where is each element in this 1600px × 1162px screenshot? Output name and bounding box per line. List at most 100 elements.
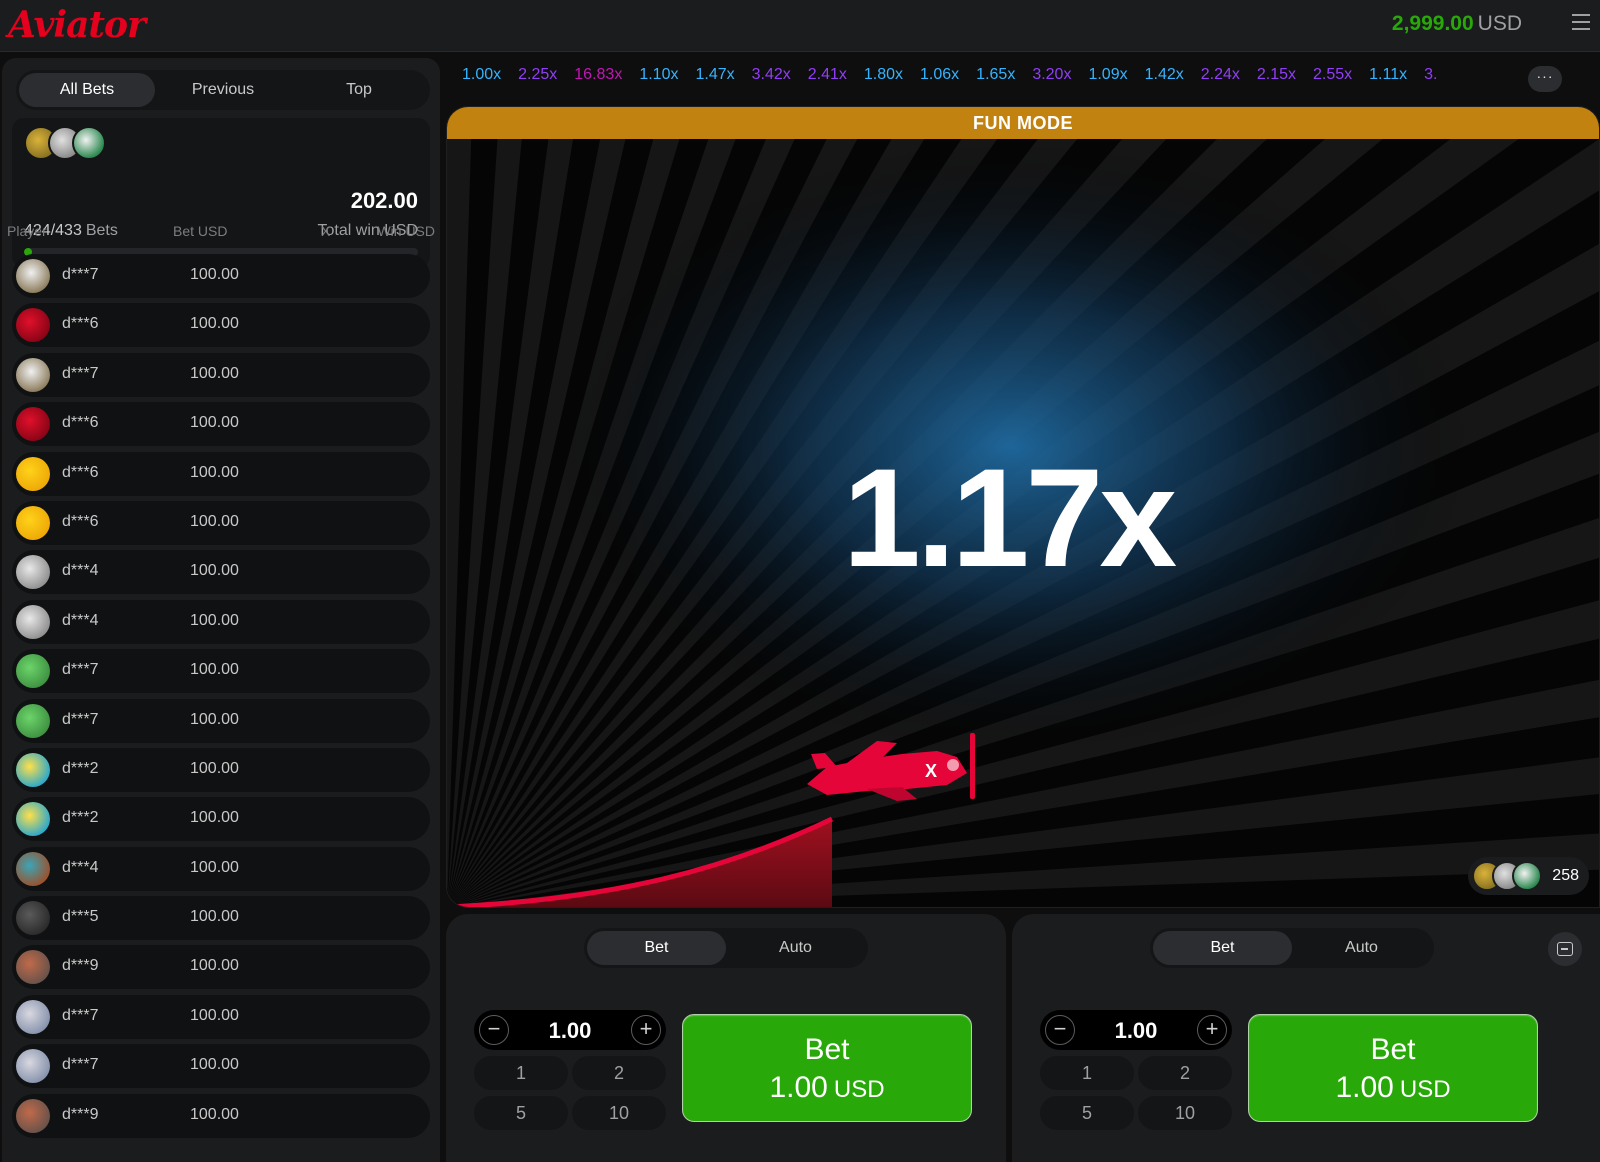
summary-avatars	[24, 126, 114, 160]
bet-panel-1: Bet Auto − 1.00 + 1 2 5 10 Bet 1.00 USD	[446, 914, 1006, 1162]
decrease-stake-button[interactable]: −	[1045, 1015, 1075, 1045]
remove-panel-icon[interactable]	[1548, 932, 1582, 966]
bet-amount: 1.00	[769, 1071, 828, 1104]
bet-row: d***9 100.00	[12, 1093, 430, 1138]
history-multiplier[interactable]: 2.24x	[1201, 66, 1240, 83]
quick-stake-5[interactable]: 5	[1040, 1096, 1134, 1130]
tab-bet[interactable]: Bet	[1153, 931, 1292, 965]
quick-stake-5[interactable]: 5	[474, 1096, 568, 1130]
history-multiplier[interactable]: 1.11x	[1369, 66, 1407, 83]
history-multiplier[interactable]: 3.20x	[1032, 66, 1071, 83]
player-name: d***7	[62, 1056, 99, 1074]
bet-mode-tabs: Bet Auto	[584, 928, 868, 968]
place-bet-button[interactable]: Bet 1.00 USD	[1248, 1014, 1538, 1122]
tab-previous[interactable]: Previous	[155, 73, 291, 107]
player-name: d***6	[62, 315, 99, 333]
eagle-avatar	[16, 357, 50, 392]
balance-amount: 2,999.00	[1391, 12, 1474, 35]
bet-button-amount: 1.00 USD	[1249, 1071, 1537, 1105]
column-x: X	[321, 223, 331, 239]
hamburger-menu-icon[interactable]	[1572, 14, 1590, 32]
svg-text:X: X	[925, 761, 937, 781]
bet-panel-2: Bet Auto − 1.00 + 1 2 5 10 Bet 1.00 USD	[1012, 914, 1600, 1162]
increase-stake-button[interactable]: +	[1197, 1015, 1227, 1045]
current-multiplier: 1.17x	[842, 439, 1177, 596]
bet-amount: 100.00	[190, 1105, 239, 1123]
bet-amount: 100.00	[190, 1006, 239, 1024]
tab-bet[interactable]: Bet	[587, 931, 726, 965]
history-multiplier[interactable]: 1.42x	[1145, 66, 1184, 83]
letter-a-avatar	[16, 752, 50, 787]
tab-auto[interactable]: Auto	[726, 931, 865, 965]
more-history-button[interactable]: ···	[1528, 66, 1562, 92]
tab-all-bets[interactable]: All Bets	[19, 73, 155, 107]
bet-row: d***4 100.00	[12, 599, 430, 644]
increase-stake-button[interactable]: +	[631, 1015, 661, 1045]
stake-value[interactable]: 1.00	[1080, 1018, 1192, 1044]
quick-stake-10[interactable]: 10	[572, 1096, 666, 1130]
decrease-stake-button[interactable]: −	[479, 1015, 509, 1045]
bet-amount: 1.00	[1335, 1071, 1394, 1104]
total-win-amount: 202.00	[350, 188, 418, 213]
top-bar: Aviator 2,999.00 USD	[0, 0, 1600, 52]
history-multiplier[interactable]: 2.41x	[808, 66, 847, 83]
quick-stake-2[interactable]: 2	[1138, 1056, 1232, 1090]
player-name: d***9	[62, 957, 99, 975]
player-name: d***9	[62, 1105, 99, 1123]
history-multiplier[interactable]: 2.15x	[1257, 66, 1296, 83]
history-multiplier[interactable]: 3.	[1424, 66, 1437, 83]
history-multiplier[interactable]: 1.65x	[976, 66, 1015, 83]
bet-amount: 100.00	[190, 562, 239, 580]
history-multiplier[interactable]: 1.80x	[864, 66, 903, 83]
clover-avatar	[16, 703, 50, 738]
bet-amount: 100.00	[190, 463, 239, 481]
tab-auto[interactable]: Auto	[1292, 931, 1431, 965]
history-multiplier[interactable]: 1.00x	[462, 66, 501, 83]
stake-value[interactable]: 1.00	[514, 1018, 626, 1044]
quick-stake-1[interactable]: 1	[1040, 1056, 1134, 1090]
quick-stake-2[interactable]: 2	[572, 1056, 666, 1090]
history-multiplier[interactable]: 3.42x	[752, 66, 791, 83]
history-multiplier[interactable]: 1.47x	[695, 66, 734, 83]
bets-list: d***7 100.00 d***6 100.00 d***7 100.00 d***6 10…	[12, 254, 430, 1143]
history-multiplier[interactable]: 1.06x	[920, 66, 959, 83]
tab-top[interactable]: Top	[291, 73, 427, 107]
bet-row: d***2 100.00	[12, 747, 430, 792]
bet-row: d***6 100.00	[12, 402, 430, 447]
players-online: 258	[1468, 857, 1589, 895]
bet-amount: 100.00	[190, 266, 239, 283]
chick-avatar	[16, 505, 50, 540]
bets-table-header: Player Bet USD X Win USD	[2, 223, 440, 243]
bet-currency: USD	[1399, 1076, 1451, 1103]
history-multiplier[interactable]: 1.10x	[639, 66, 678, 83]
bet-row: d***9 100.00	[12, 945, 430, 990]
history-multiplier[interactable]: 1.09x	[1088, 66, 1127, 83]
bet-amount: 100.00	[190, 809, 239, 827]
player-name: d***5	[62, 908, 99, 926]
bet-amount: 100.00	[190, 858, 239, 876]
bets-sidebar: All Bets Previous Top 202.00 424/433 Bets…	[2, 58, 440, 1162]
red-dice-avatar	[16, 407, 50, 442]
quick-stake-10[interactable]: 10	[1138, 1096, 1232, 1130]
player-name: d***7	[62, 266, 99, 283]
bet-amount: 100.00	[190, 908, 239, 926]
rock-avatar	[16, 950, 50, 985]
history-multiplier[interactable]: 16.83x	[574, 66, 622, 83]
game-canvas: FUN MODE X 1.17x 258	[446, 106, 1600, 908]
avatar	[72, 126, 106, 160]
history-multiplier[interactable]: 2.25x	[518, 66, 557, 83]
player-name: d***7	[62, 1006, 99, 1024]
quick-stake-1[interactable]: 1	[474, 1056, 568, 1090]
chick-avatar	[16, 456, 50, 491]
players-online-count: 258	[1552, 867, 1579, 884]
place-bet-button[interactable]: Bet 1.00 USD	[682, 1014, 972, 1122]
history-multiplier[interactable]: 2.55x	[1313, 66, 1352, 83]
bet-amount: 100.00	[190, 364, 239, 382]
bet-row: d***5 100.00	[12, 896, 430, 941]
face-avatar	[16, 851, 50, 886]
stake-stepper: − 1.00 +	[474, 1010, 666, 1050]
player-name: d***2	[62, 759, 99, 777]
bet-amount: 100.00	[190, 710, 239, 728]
bet-mode-tabs: Bet Auto	[1150, 928, 1434, 968]
bet-amount: 100.00	[190, 661, 239, 679]
